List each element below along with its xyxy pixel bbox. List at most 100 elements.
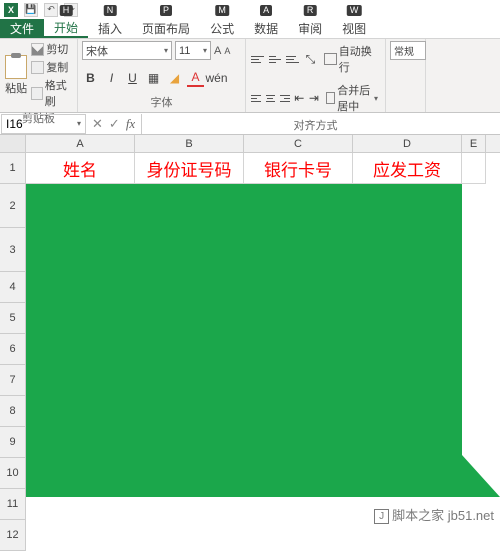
font-color-button[interactable]: A <box>187 70 204 87</box>
tab-layout[interactable]: 页面布局P <box>132 19 200 38</box>
row-header-4[interactable]: 4 <box>0 272 26 303</box>
group-number: 常规 <box>386 39 426 112</box>
tab-home-label: 开始 <box>54 19 78 36</box>
chevron-down-icon: ▾ <box>203 46 207 55</box>
name-box-value: I16 <box>6 117 23 131</box>
selected-range[interactable] <box>26 184 462 497</box>
number-format-value: 常规 <box>394 43 414 58</box>
cell-E1[interactable] <box>462 153 486 184</box>
fill-color-button[interactable]: ◢ <box>166 70 183 87</box>
brush-icon <box>31 87 42 100</box>
font-name-select[interactable]: 宋体 ▾ <box>82 41 172 60</box>
row-header-10[interactable]: 10 <box>0 458 26 489</box>
formula-input[interactable] <box>141 114 500 134</box>
border-button[interactable]: ▦ <box>145 70 162 87</box>
tab-review[interactable]: 审阅R <box>288 19 332 38</box>
format-painter-button[interactable]: 格式刷 <box>31 77 73 109</box>
tab-data-label: 数据 <box>254 20 278 37</box>
paste-button[interactable]: 粘贴 <box>4 55 28 96</box>
tab-review-label: 审阅 <box>298 20 322 37</box>
merge-center-button[interactable]: 合并后居中▾ <box>323 80 381 116</box>
align-center-button[interactable] <box>265 91 277 105</box>
cell-D1[interactable]: 应发工资 <box>353 153 462 184</box>
cell-B1[interactable]: 身份证号码 <box>135 153 244 184</box>
undo-button[interactable]: ↶ <box>44 3 58 17</box>
align-bottom-button[interactable] <box>285 52 300 66</box>
wrap-label: 自动换行 <box>339 43 378 75</box>
group-clipboard: 粘贴 剪切 复制 格式刷 剪贴板 <box>0 39 78 112</box>
name-box[interactable]: I16 ▾ <box>1 114 86 134</box>
ribbon: 粘贴 剪切 复制 格式刷 剪贴板 宋体 ▾ 11▾ A A B I U ▦ ◢ A… <box>0 39 500 113</box>
tab-home[interactable]: 开始H <box>44 19 88 38</box>
tab-layout-label: 页面布局 <box>142 20 190 37</box>
underline-button[interactable]: U <box>124 70 141 87</box>
tab-view[interactable]: 视图W <box>332 19 376 38</box>
chevron-down-icon: ▾ <box>77 119 81 128</box>
cut-label: 剪切 <box>46 41 68 57</box>
row-header-5[interactable]: 5 <box>0 303 26 334</box>
row-header-7[interactable]: 7 <box>0 365 26 396</box>
align-middle-button[interactable] <box>268 52 283 66</box>
bold-button[interactable]: B <box>82 70 99 87</box>
group-font: 宋体 ▾ 11▾ A A B I U ▦ ◢ A wén 字体 <box>78 39 246 112</box>
watermark-logo-icon: J <box>374 509 389 524</box>
key-hint-data: A <box>260 5 272 16</box>
col-header-D[interactable]: D <box>353 135 462 152</box>
italic-button[interactable]: I <box>103 70 120 87</box>
chevron-down-icon: ▾ <box>374 94 378 103</box>
spreadsheet-grid: A B C D E 1 2 3 4 5 6 7 8 9 10 11 12 姓名 … <box>0 135 500 551</box>
row-header-12[interactable]: 12 <box>0 520 26 551</box>
column-headers: A B C D E <box>0 135 500 153</box>
tab-file[interactable]: 文件 <box>0 19 44 38</box>
cells-area[interactable]: 姓名 身份证号码 银行卡号 应发工资 <box>26 153 486 551</box>
cell-A1[interactable]: 姓名 <box>26 153 135 184</box>
row-header-8[interactable]: 8 <box>0 396 26 427</box>
grow-font-button[interactable]: A <box>214 45 221 57</box>
key-hint-insert: N <box>104 5 117 16</box>
accept-formula-button[interactable]: ✓ <box>109 116 120 132</box>
row-header-1[interactable]: 1 <box>0 153 26 184</box>
row-header-6[interactable]: 6 <box>0 334 26 365</box>
key-hint-review: R <box>304 5 317 16</box>
phonetic-button[interactable]: wén <box>208 70 225 87</box>
quick-save-button[interactable]: 💾 <box>24 3 38 17</box>
col-header-B[interactable]: B <box>135 135 244 152</box>
orientation-button[interactable]: ⤡ <box>303 51 318 68</box>
wrap-text-button[interactable]: 自动换行 <box>321 41 381 77</box>
increase-indent-button[interactable]: ⇥ <box>308 90 320 107</box>
key-hint-home: H <box>60 5 73 16</box>
tab-insert[interactable]: 插入N <box>88 19 132 38</box>
row-header-2[interactable]: 2 <box>0 184 26 228</box>
row-header-3[interactable]: 3 <box>0 228 26 272</box>
align-top-button[interactable] <box>250 52 265 66</box>
row-header-11[interactable]: 11 <box>0 489 26 520</box>
scissors-icon <box>31 43 44 56</box>
cell-C1[interactable]: 银行卡号 <box>244 153 353 184</box>
col-header-A[interactable]: A <box>26 135 135 152</box>
tab-formulas-label: 公式 <box>210 20 234 37</box>
col-header-E[interactable]: E <box>462 135 486 152</box>
align-left-button[interactable] <box>250 91 262 105</box>
tab-data[interactable]: 数据A <box>244 19 288 38</box>
paste-label: 粘贴 <box>5 80 27 96</box>
insert-function-button[interactable]: fx <box>126 116 135 132</box>
col-header-C[interactable]: C <box>244 135 353 152</box>
row-headers: 1 2 3 4 5 6 7 8 9 10 11 12 <box>0 153 26 551</box>
row-header-9[interactable]: 9 <box>0 427 26 458</box>
align-right-button[interactable] <box>279 91 291 105</box>
cut-button[interactable]: 剪切 <box>31 41 73 57</box>
chevron-down-icon: ▾ <box>164 46 168 55</box>
copy-button[interactable]: 复制 <box>31 59 73 75</box>
shrink-font-button[interactable]: A <box>224 46 230 56</box>
merge-label: 合并后居中 <box>337 82 372 114</box>
number-format-select[interactable]: 常规 <box>390 41 426 60</box>
cancel-formula-button[interactable]: ✕ <box>92 116 103 132</box>
decrease-indent-button[interactable]: ⇤ <box>294 90 306 107</box>
paste-icon <box>5 55 27 79</box>
font-name-value: 宋体 <box>86 43 108 59</box>
watermark: J脚本之家 jb51.net <box>374 505 494 524</box>
group-font-label: 字体 <box>82 93 241 110</box>
font-size-select[interactable]: 11▾ <box>175 41 211 60</box>
select-all-corner[interactable] <box>0 135 26 152</box>
tab-formulas[interactable]: 公式M <box>200 19 244 38</box>
